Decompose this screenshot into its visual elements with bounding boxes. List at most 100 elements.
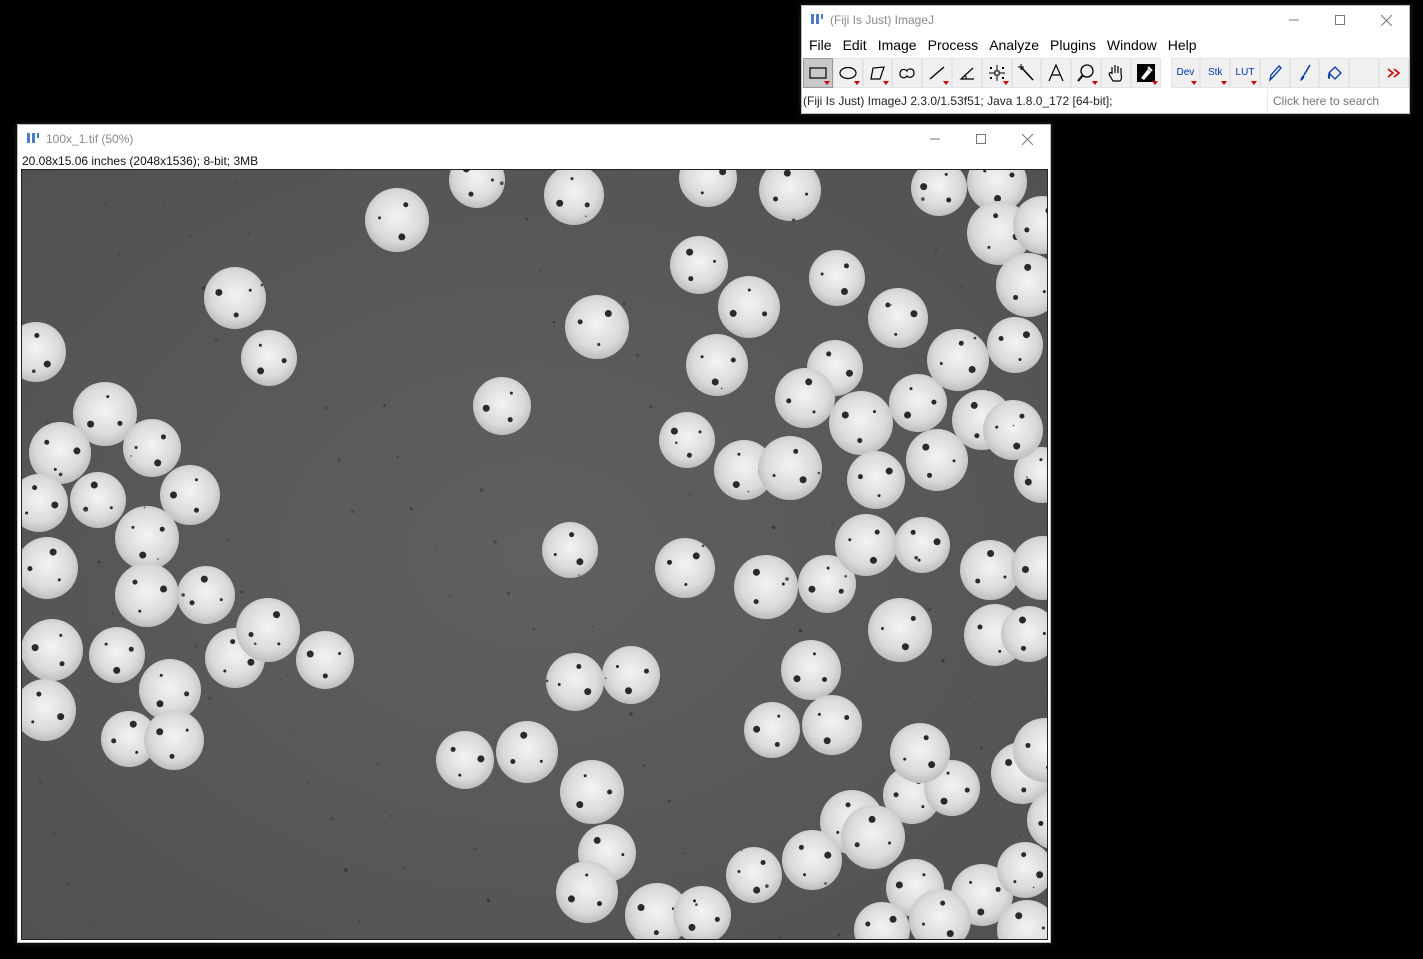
rectangle-tool[interactable] [803, 57, 833, 88]
background-speck [111, 612, 114, 615]
background-speck [442, 185, 444, 187]
particle-inclusion [799, 476, 807, 484]
particle [436, 731, 494, 789]
line-tool[interactable] [922, 57, 952, 88]
background-speck [765, 884, 769, 888]
background-speck [91, 919, 94, 922]
particle-inclusion [714, 916, 720, 922]
menu-process[interactable]: Process [924, 34, 986, 57]
particle-inclusion [964, 787, 970, 793]
particle-inclusion [923, 735, 929, 741]
background-speck [525, 217, 529, 221]
particle-inclusion [688, 923, 696, 931]
background-speck [584, 215, 587, 218]
point-tool[interactable] [981, 57, 1012, 88]
stk-tool[interactable]: Stk [1200, 57, 1231, 88]
pencil-tool[interactable] [1259, 57, 1290, 88]
background-speck [45, 421, 49, 425]
maximize-button[interactable] [1317, 6, 1363, 34]
particle-inclusion [865, 921, 871, 927]
image-titlebar[interactable]: 100x_1.tif (50%) [18, 125, 1050, 153]
freehand-tool[interactable] [892, 57, 923, 88]
particle-inclusion [189, 600, 195, 606]
more-tools-button[interactable] [1379, 57, 1409, 88]
search-input[interactable] [1267, 89, 1408, 113]
flood-fill-tool[interactable] [1319, 57, 1350, 88]
particle-inclusion [798, 844, 804, 850]
particle [829, 391, 893, 455]
minimize-button[interactable] [1271, 6, 1317, 34]
empty-tool-slot[interactable] [1349, 57, 1380, 88]
particle-inclusion [477, 755, 485, 763]
background-speck [486, 898, 491, 903]
text-tool[interactable] [1041, 57, 1072, 88]
imagej-titlebar[interactable]: (Fiji Is Just) ImageJ [802, 6, 1409, 34]
particle [542, 522, 598, 578]
minimize-button[interactable] [912, 125, 958, 153]
particle-inclusion [596, 901, 602, 907]
particle-inclusion [946, 930, 954, 938]
particle [115, 506, 179, 570]
menu-file[interactable]: File [805, 34, 839, 57]
background-speck [493, 540, 497, 544]
particle-inclusion [507, 417, 513, 423]
angle-tool[interactable] [951, 57, 982, 88]
background-speck [701, 544, 705, 548]
particle-inclusion [557, 682, 561, 686]
background-speck [233, 180, 237, 184]
background-speck [1039, 527, 1042, 530]
particle [960, 540, 1020, 600]
zoom-tool[interactable] [1071, 57, 1101, 88]
menu-image[interactable]: Image [874, 34, 924, 57]
particle-inclusion [885, 467, 893, 475]
background-speck [890, 304, 892, 306]
particle-inclusion [637, 904, 645, 912]
background-speck [1032, 886, 1035, 889]
maximize-button[interactable] [958, 125, 1004, 153]
color-picker-tool[interactable] [1130, 57, 1161, 88]
particle-inclusion [692, 552, 700, 560]
particle [983, 400, 1043, 460]
particle-inclusion [931, 399, 937, 405]
particle-inclusion [977, 908, 985, 916]
text-icon [1048, 63, 1064, 81]
image-info: 20.08x15.06 inches (2048x1536); 8-bit; 3… [22, 154, 259, 168]
lut-tool[interactable]: LUT [1230, 57, 1260, 88]
micrograph-image[interactable] [22, 170, 1047, 939]
particle-inclusion [885, 302, 891, 308]
close-button[interactable] [1363, 6, 1409, 34]
close-button[interactable] [1004, 125, 1050, 153]
oval-tool[interactable] [832, 57, 863, 88]
particle [177, 566, 235, 624]
menu-analyze[interactable]: Analyze [985, 34, 1046, 57]
menu-help[interactable]: Help [1164, 34, 1204, 57]
particle-inclusion [737, 870, 741, 874]
particle-inclusion [156, 728, 164, 736]
particle-inclusion [223, 669, 227, 673]
menu-plugins[interactable]: Plugins [1046, 34, 1103, 57]
particle-inclusion [822, 676, 828, 682]
menu-edit[interactable]: Edit [839, 34, 874, 57]
wand-icon [1018, 63, 1035, 81]
dev-tool[interactable]: Dev [1170, 57, 1201, 88]
menu-window[interactable]: Window [1103, 34, 1164, 57]
image-canvas[interactable] [21, 169, 1048, 940]
particle-inclusion [233, 312, 239, 318]
particle-inclusion [215, 288, 223, 296]
polygon-tool[interactable] [862, 57, 893, 88]
stk-label: Stk [1207, 67, 1223, 78]
background-speck [837, 933, 841, 937]
particle [365, 188, 429, 252]
hand-tool[interactable] [1100, 57, 1131, 88]
background-speck [350, 509, 355, 514]
wand-tool[interactable] [1011, 57, 1042, 88]
particle-inclusion [109, 506, 113, 510]
particle-inclusion [803, 873, 807, 877]
background-speck [52, 831, 56, 835]
particle-inclusion [826, 566, 830, 570]
background-speck [824, 882, 827, 885]
background-speck [734, 439, 736, 441]
particle-inclusion [793, 448, 799, 454]
brush-tool[interactable] [1289, 57, 1320, 88]
background-speck [240, 590, 244, 594]
